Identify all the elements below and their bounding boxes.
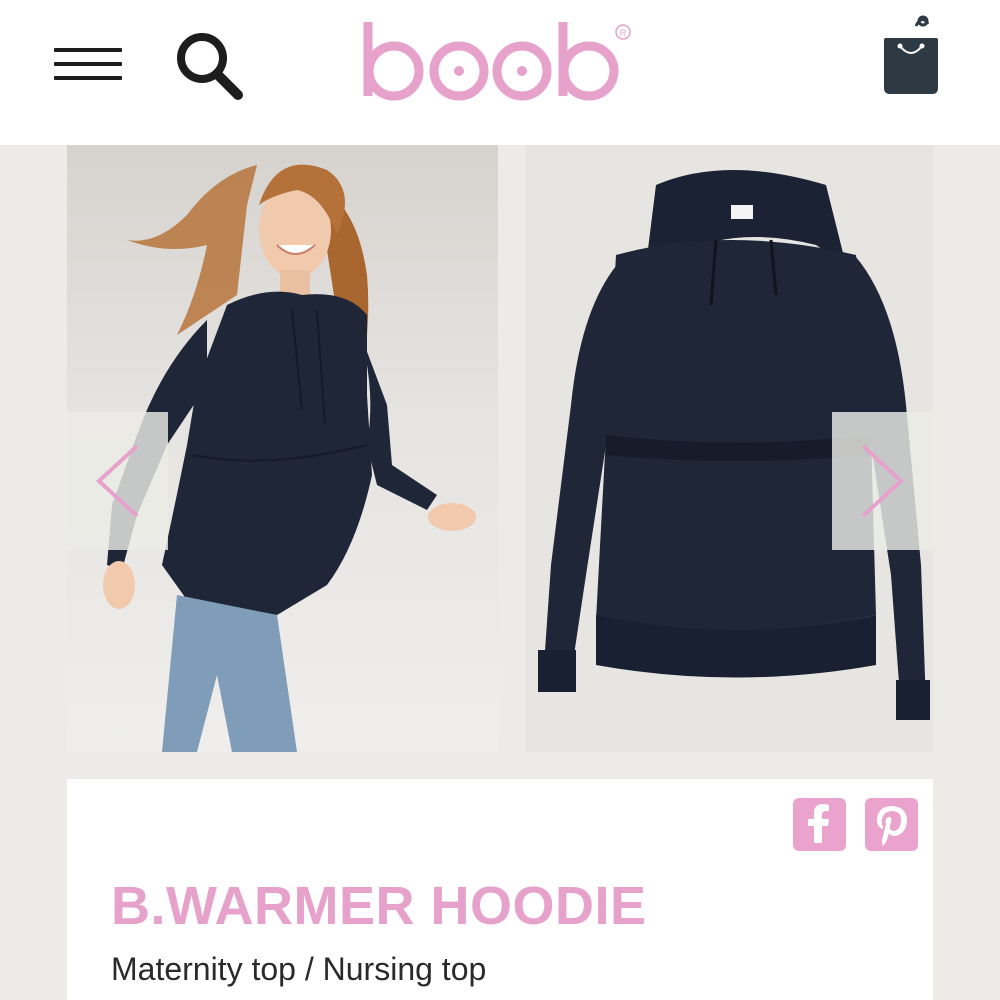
svg-text:R: R bbox=[620, 28, 627, 38]
gallery-prev-button[interactable] bbox=[67, 412, 168, 550]
product-info-card: B.WARMER HOODIE Maternity top / Nursing … bbox=[67, 779, 933, 1000]
pinterest-icon bbox=[876, 806, 907, 846]
search-button[interactable] bbox=[172, 30, 248, 102]
site-header: R bbox=[0, 0, 1000, 145]
brand-logo[interactable]: R bbox=[358, 12, 638, 122]
menu-button[interactable] bbox=[54, 44, 124, 84]
menu-line-icon bbox=[54, 48, 122, 52]
menu-line-icon bbox=[54, 76, 122, 80]
product-gallery bbox=[0, 145, 1000, 755]
product-subtitle: Maternity top / Nursing top bbox=[111, 951, 487, 987]
search-icon bbox=[177, 33, 243, 100]
product-title: B.WARMER HOODIE bbox=[111, 876, 647, 936]
share-pinterest-button[interactable] bbox=[865, 798, 918, 851]
menu-line-icon bbox=[54, 62, 122, 66]
chevron-left-icon bbox=[96, 444, 139, 518]
share-facebook-button[interactable] bbox=[793, 798, 846, 851]
cart-button[interactable] bbox=[876, 12, 946, 100]
chevron-right-icon bbox=[861, 444, 904, 518]
gallery-next-button[interactable] bbox=[832, 412, 933, 550]
shopping-bag-icon bbox=[884, 15, 938, 94]
facebook-icon bbox=[808, 804, 829, 843]
